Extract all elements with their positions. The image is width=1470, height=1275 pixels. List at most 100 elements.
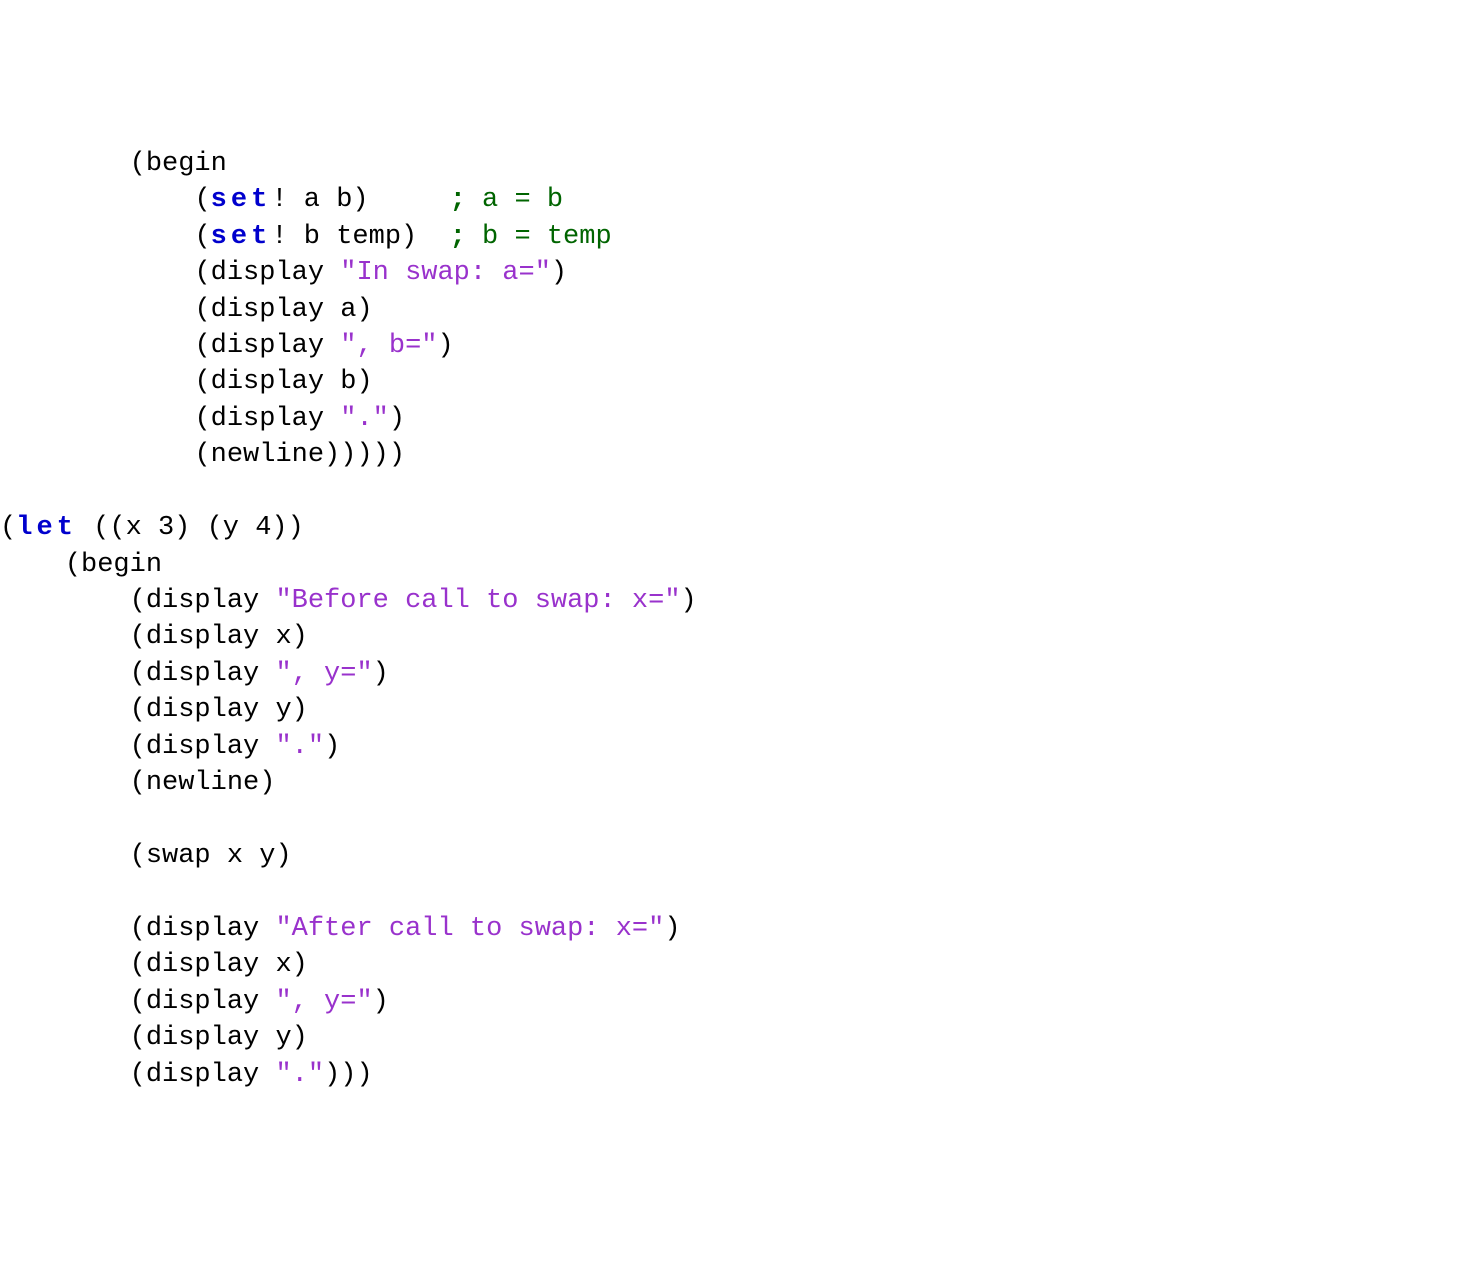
code-token-string: ", b=" <box>340 331 437 361</box>
code-line: (begin <box>0 547 1470 583</box>
code-token-normal: ) <box>664 914 680 944</box>
code-line: (begin <box>0 146 1470 182</box>
code-token-normal: ) <box>437 331 453 361</box>
code-token-normal: (display <box>194 258 340 288</box>
code-token-string: "." <box>275 732 324 762</box>
code-token-normal: (display x) <box>130 622 308 652</box>
code-token-comment: a = b <box>466 185 563 215</box>
indent <box>0 732 130 762</box>
indent <box>0 950 130 980</box>
code-line: (set! a b) ; a = b <box>0 182 1470 218</box>
indent <box>0 1060 130 1090</box>
code-token-string: ", y=" <box>275 659 372 689</box>
code-token-normal: (display <box>130 914 276 944</box>
indent <box>0 586 130 616</box>
code-line: (swap x y) <box>0 838 1470 874</box>
code-token-keyword: let <box>16 513 77 543</box>
code-token-comment: b = temp <box>466 222 612 252</box>
code-token-normal: ) <box>681 586 697 616</box>
indent <box>0 404 194 434</box>
code-line: (display b) <box>0 364 1470 400</box>
code-line: (set! b temp) ; b = temp <box>0 219 1470 255</box>
code-token-normal: (display <box>130 732 276 762</box>
code-token-normal: (display x) <box>130 950 308 980</box>
indent <box>0 841 130 871</box>
code-token-normal: ))) <box>324 1060 373 1090</box>
code-line: (display a) <box>0 292 1470 328</box>
code-token-string: "." <box>340 404 389 434</box>
code-line: (display "In swap: a=") <box>0 255 1470 291</box>
code-token-comment-bold: ; <box>450 185 466 215</box>
indent <box>0 1023 130 1053</box>
code-token-normal: (display b) <box>194 367 372 397</box>
indent <box>0 367 194 397</box>
indent <box>0 149 130 179</box>
code-token-normal: (newline))))) <box>194 440 405 470</box>
code-line: (let ((x 3) (y 4)) <box>0 510 1470 546</box>
code-line: (display "After call to swap: x=") <box>0 911 1470 947</box>
indent <box>0 440 194 470</box>
code-token-normal: ) <box>373 987 389 1017</box>
code-token-normal: (display <box>130 1060 276 1090</box>
code-token-normal: ) <box>389 404 405 434</box>
code-token-normal: ) <box>551 258 567 288</box>
code-token-normal: (display a) <box>194 295 372 325</box>
code-token-normal: ) <box>324 732 340 762</box>
indent <box>0 987 130 1017</box>
code-token-normal: (display <box>194 331 340 361</box>
code-token-normal: ( <box>194 185 210 215</box>
indent <box>0 258 194 288</box>
code-line: (newline) <box>0 765 1470 801</box>
code-token-string: "Before call to swap: x=" <box>275 586 680 616</box>
code-token-normal: (display <box>130 586 276 616</box>
indent <box>0 622 130 652</box>
code-token-normal: (display <box>130 659 276 689</box>
code-line <box>0 802 1470 838</box>
code-line: (display ".") <box>0 729 1470 765</box>
code-token-normal: (begin <box>65 550 162 580</box>
code-token-normal: (display <box>130 987 276 1017</box>
code-token-normal: (display y) <box>130 695 308 725</box>
code-line: (display ", b=") <box>0 328 1470 364</box>
code-line: (display "Before call to swap: x=") <box>0 583 1470 619</box>
indent <box>0 295 194 325</box>
code-line <box>0 474 1470 510</box>
code-line: (display x) <box>0 947 1470 983</box>
indent <box>0 695 130 725</box>
code-token-string: "." <box>275 1060 324 1090</box>
code-line: (display ".") <box>0 401 1470 437</box>
code-token-normal: ( <box>0 513 16 543</box>
code-token-normal: (swap x y) <box>130 841 292 871</box>
code-token-normal: ! a b) <box>271 185 449 215</box>
code-token-normal: ! b temp) <box>271 222 449 252</box>
indent <box>0 659 130 689</box>
code-line <box>0 875 1470 911</box>
code-line: (newline))))) <box>0 437 1470 473</box>
indent <box>0 550 65 580</box>
code-line: (display y) <box>0 1020 1470 1056</box>
code-line: (display ", y=") <box>0 656 1470 692</box>
code-token-string: ", y=" <box>275 987 372 1017</box>
code-token-string: "In swap: a=" <box>340 258 551 288</box>
code-token-normal: (begin <box>130 149 227 179</box>
code-token-normal: ) <box>373 659 389 689</box>
code-token-string: "After call to swap: x=" <box>275 914 664 944</box>
code-token-keyword: set <box>211 185 272 215</box>
code-token-normal: ((x 3) (y 4)) <box>77 513 304 543</box>
code-line: (display y) <box>0 692 1470 728</box>
code-token-normal: ( <box>194 222 210 252</box>
code-token-comment-bold: ; <box>450 222 466 252</box>
indent <box>0 914 130 944</box>
code-block: (begin (set! a b) ; a = b (set! b temp) … <box>0 146 1470 1093</box>
code-token-keyword: set <box>211 222 272 252</box>
indent <box>0 222 194 252</box>
code-token-normal: (display y) <box>130 1023 308 1053</box>
code-token-normal: (display <box>194 404 340 434</box>
indent <box>0 331 194 361</box>
code-line: (display x) <box>0 619 1470 655</box>
indent <box>0 185 194 215</box>
code-line: (display ", y=") <box>0 984 1470 1020</box>
code-line: (display "."))) <box>0 1057 1470 1093</box>
code-token-normal: (newline) <box>130 768 276 798</box>
indent <box>0 768 130 798</box>
